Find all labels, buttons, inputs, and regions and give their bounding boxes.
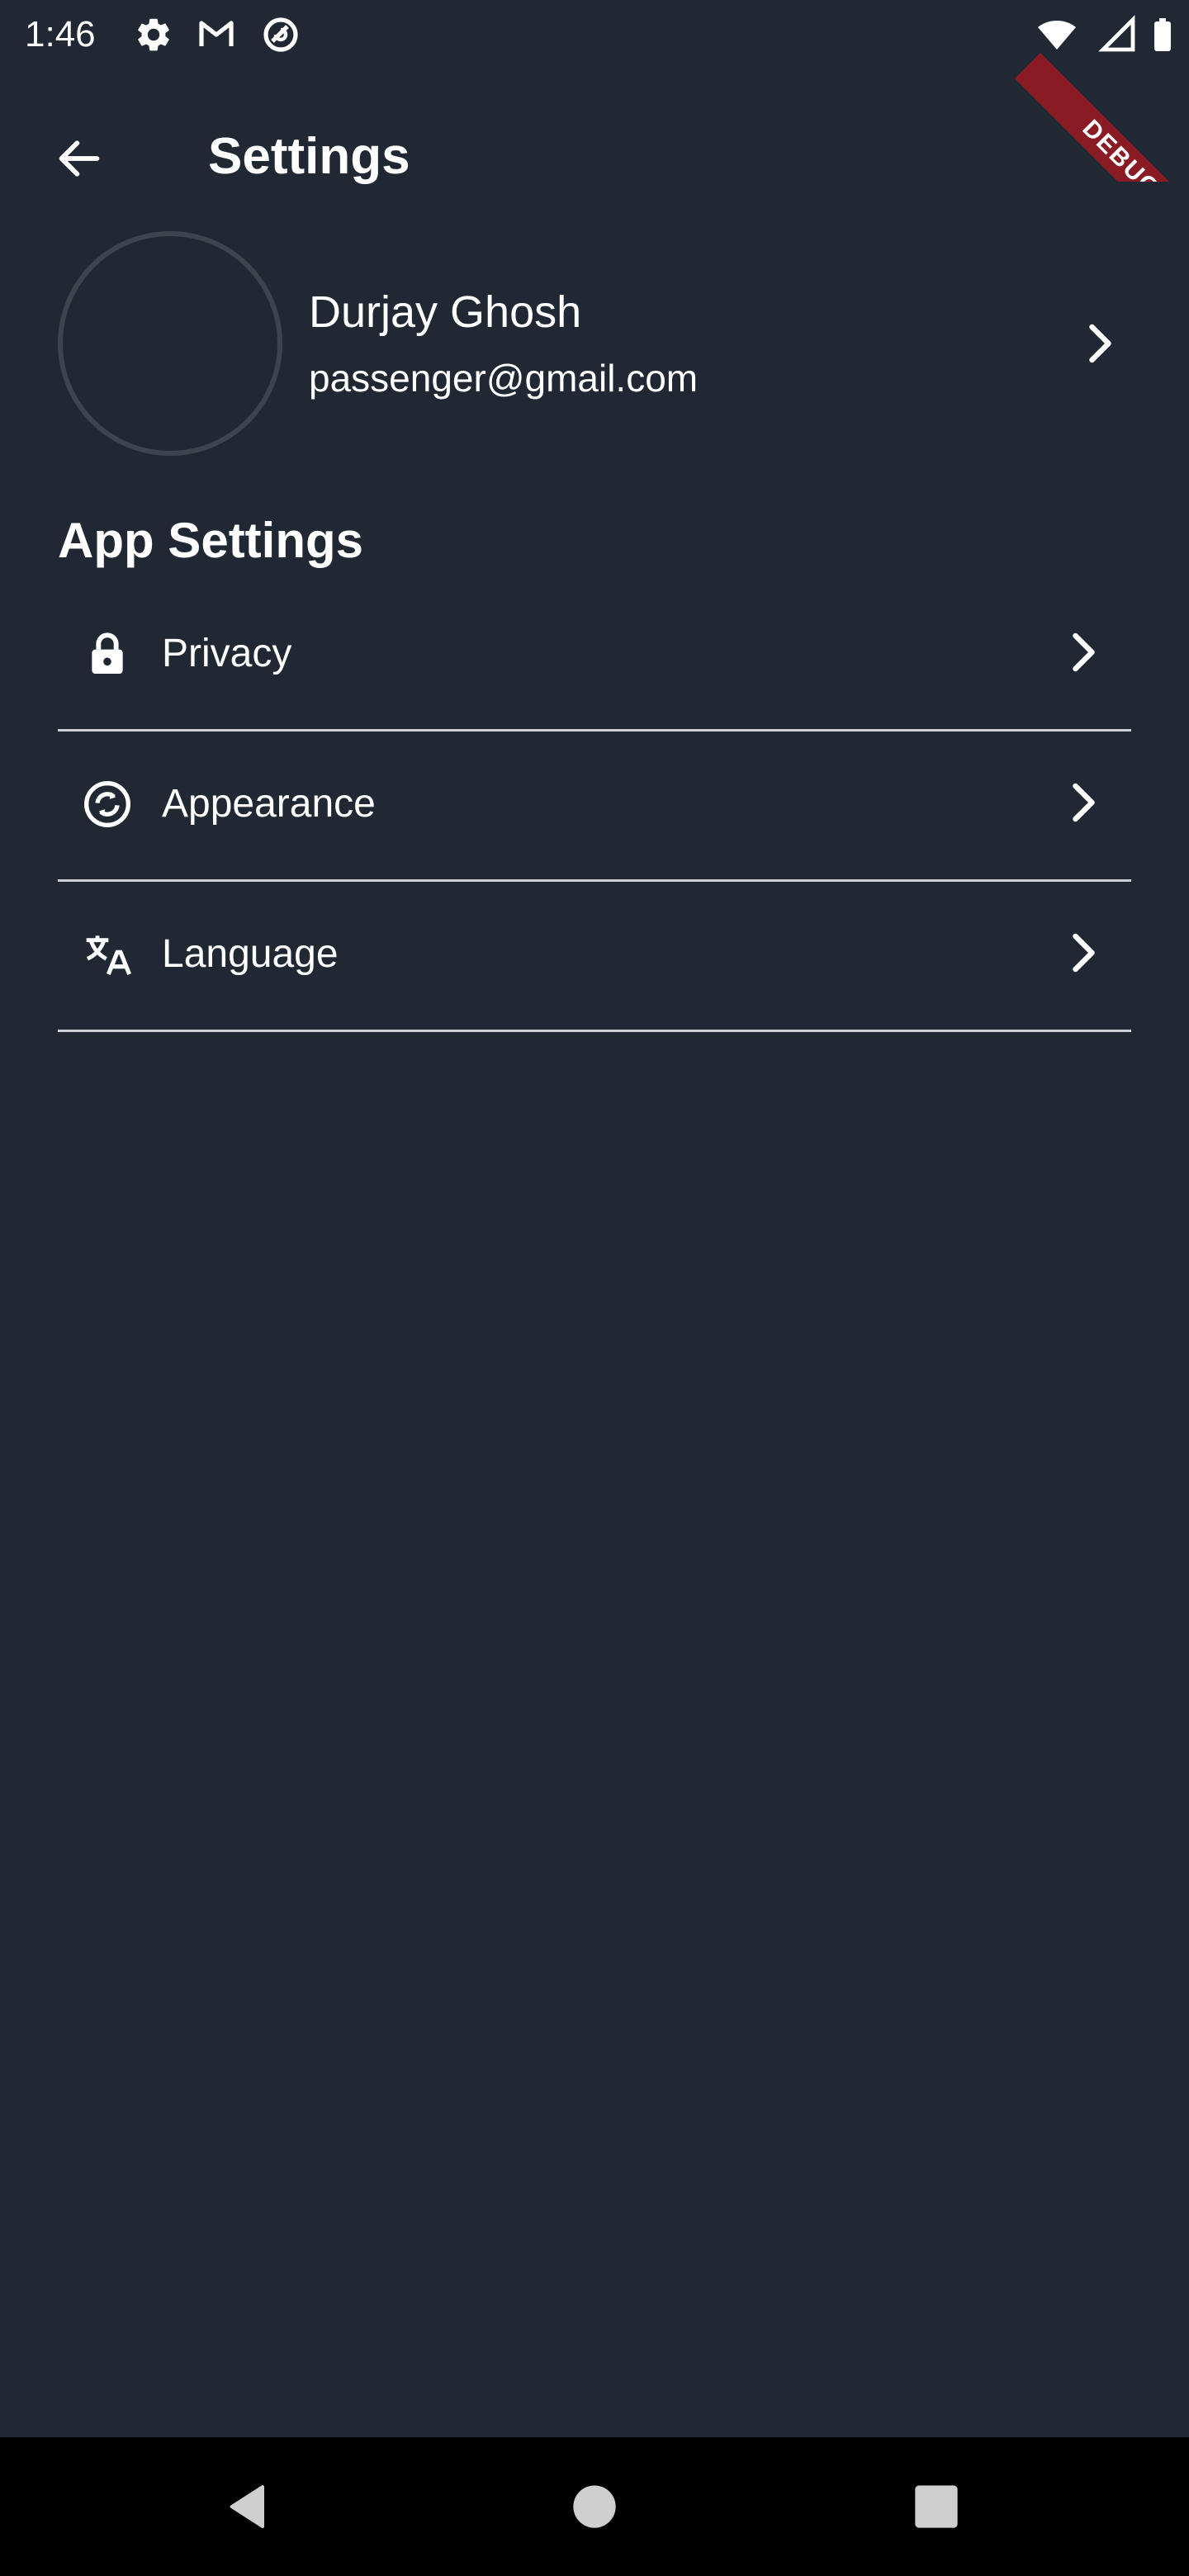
lock-icon xyxy=(81,627,134,680)
gmail-icon xyxy=(197,15,236,54)
nav-recents-icon[interactable] xyxy=(897,2467,976,2546)
settings-item-label: Language xyxy=(162,932,339,976)
do-not-disturb-icon xyxy=(261,15,301,54)
settings-item-appearance[interactable]: Appearance xyxy=(58,732,1131,882)
profile-card[interactable]: Durjay Ghosh passenger@gmail.com xyxy=(58,231,1131,462)
page-title: Settings xyxy=(208,128,410,185)
avatar[interactable] xyxy=(58,231,282,456)
status-bar: 1:46 DEBUG xyxy=(0,0,1189,182)
profile-email: passenger@gmail.com xyxy=(309,357,699,400)
chevron-right-icon[interactable] xyxy=(1065,310,1131,376)
settings-item-label: Appearance xyxy=(162,782,376,826)
gear-icon xyxy=(134,15,173,54)
translate-icon xyxy=(81,928,134,981)
chevron-right-icon xyxy=(1052,923,1111,983)
appearance-sync-icon xyxy=(81,778,134,831)
profile-name: Durjay Ghosh xyxy=(309,287,582,337)
nav-back-icon[interactable] xyxy=(210,2467,289,2546)
status-time: 1:46 xyxy=(25,14,96,54)
chevron-right-icon xyxy=(1052,773,1111,832)
section-title-app-settings: App Settings xyxy=(58,513,363,568)
system-nav-bar xyxy=(0,2437,1189,2576)
app-bar: Settings xyxy=(0,69,1189,234)
settings-item-label: Privacy xyxy=(162,632,292,675)
settings-item-privacy[interactable]: Privacy xyxy=(58,581,1131,732)
settings-list: Privacy Appearance Language xyxy=(58,581,1131,1032)
chevron-right-icon xyxy=(1052,623,1111,682)
arrow-left-icon xyxy=(59,140,100,177)
nav-home-icon[interactable] xyxy=(555,2467,634,2546)
settings-item-language[interactable]: Language xyxy=(58,882,1131,1032)
back-button[interactable] xyxy=(40,119,119,198)
